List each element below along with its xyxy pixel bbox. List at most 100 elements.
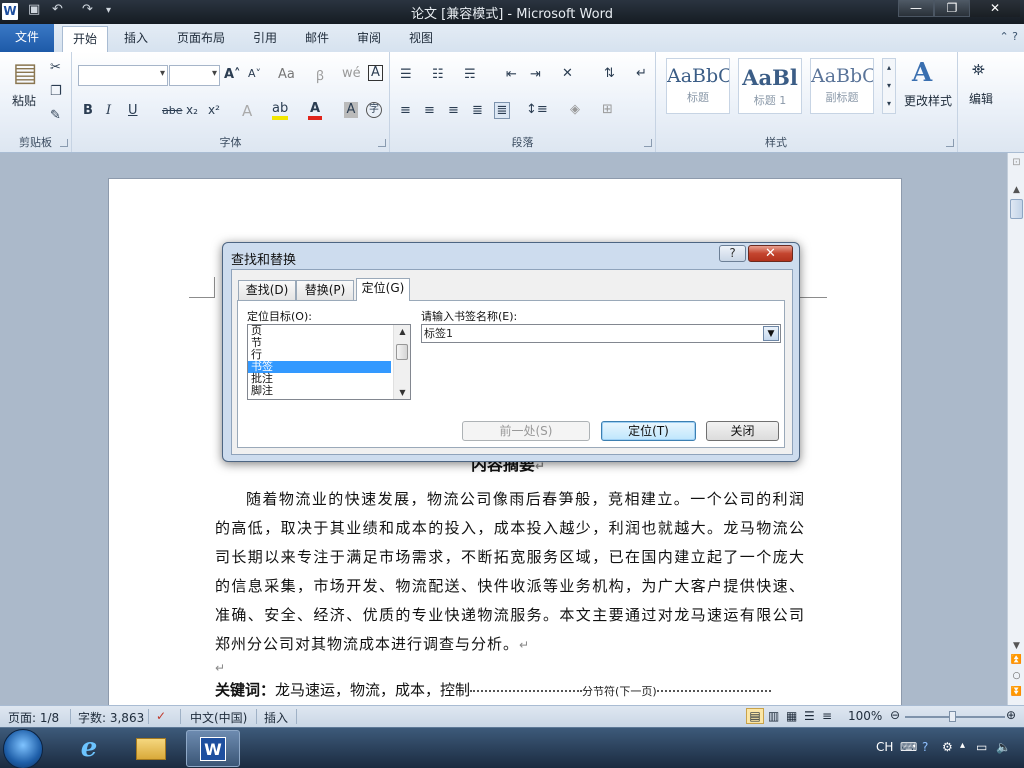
distributed-icon[interactable]: ≣: [494, 102, 510, 119]
borders-icon[interactable]: ⊞: [602, 102, 613, 117]
network-icon[interactable]: ▭: [976, 740, 987, 754]
internet-explorer-icon[interactable]: e: [62, 730, 116, 767]
enclose-char-icon[interactable]: 字: [366, 102, 382, 118]
copy-icon[interactable]: ❐: [50, 84, 62, 99]
list-item[interactable]: 节: [248, 337, 391, 349]
change-styles-button[interactable]: 更改样式: [900, 92, 956, 109]
start-button[interactable]: [3, 729, 43, 768]
tab-find[interactable]: 查找(D): [238, 280, 296, 301]
text-effects-icon[interactable]: A: [242, 102, 252, 120]
tab-replace[interactable]: 替换(P): [296, 280, 354, 301]
bookmark-dropdown-icon[interactable]: ▼: [763, 326, 779, 341]
web-layout-icon[interactable]: ▦: [786, 709, 797, 723]
decrease-indent-icon[interactable]: ⇤: [506, 67, 517, 82]
goto-what-list[interactable]: 页 节 行 书签 批注 脚注 ▲ ▼: [247, 324, 411, 400]
print-layout-view-icon[interactable]: ▤: [746, 708, 764, 724]
highlight-icon[interactable]: ab: [272, 102, 288, 120]
zoom-out-icon[interactable]: ⊖: [890, 708, 900, 722]
strikethrough-button[interactable]: abe: [162, 104, 183, 117]
volume-icon[interactable]: 🔈: [996, 740, 1011, 754]
scroll-down-arrow[interactable]: ▼: [1010, 641, 1023, 651]
italic-button[interactable]: I: [106, 103, 111, 118]
scroll-thumb[interactable]: [1010, 199, 1023, 219]
shrink-font-button[interactable]: A˅: [248, 67, 261, 80]
full-screen-reading-icon[interactable]: ▥: [768, 709, 779, 723]
browse-object-icon[interactable]: ○: [1010, 671, 1023, 681]
dialog-close-button[interactable]: 关闭: [706, 421, 779, 441]
change-case-button[interactable]: Aa: [278, 67, 295, 82]
page-indicator[interactable]: 页面: 1/8: [8, 709, 59, 726]
outline-view-icon[interactable]: ☰: [804, 709, 815, 723]
previous-button[interactable]: 前一处(S): [462, 421, 590, 441]
cut-icon[interactable]: ✂: [50, 60, 61, 75]
goto-button[interactable]: 定位(T): [601, 421, 696, 441]
line-spacing-icon[interactable]: ↕≡: [526, 102, 548, 117]
list-scroll-down-arrow[interactable]: ▼: [394, 388, 410, 397]
list-item[interactable]: 页: [248, 325, 391, 337]
taskbar-word-button[interactable]: W: [186, 730, 240, 767]
dialog-close-x-button[interactable]: ✕: [748, 245, 793, 262]
tab-view[interactable]: 视图: [400, 26, 442, 52]
tab-home[interactable]: 开始: [62, 26, 108, 52]
list-item[interactable]: 脚注: [248, 385, 391, 397]
font-size-combo[interactable]: [169, 65, 220, 86]
justify-icon[interactable]: ≣: [472, 103, 483, 118]
editing-button[interactable]: 编辑: [964, 90, 998, 107]
align-right-icon[interactable]: ≡: [448, 103, 459, 118]
tab-mailings[interactable]: 邮件: [296, 26, 338, 52]
tab-page-layout[interactable]: 页面布局: [168, 26, 234, 52]
font-color-icon[interactable]: A: [308, 102, 322, 120]
styles-launcher-icon[interactable]: [946, 139, 954, 147]
next-page-icon[interactable]: ⏬: [1010, 687, 1023, 697]
styles-scroll-icon[interactable]: ▴ ▾ ▾: [882, 58, 896, 114]
ruler-toggle-icon[interactable]: ⊡: [1010, 157, 1023, 168]
dialog-help-button[interactable]: ?: [719, 245, 746, 262]
style-subtitle[interactable]: AaBbC 副标题: [810, 58, 874, 114]
chinese-layout-icon[interactable]: ✕: [562, 66, 573, 81]
find-binoculars-icon[interactable]: ⛯: [972, 60, 985, 80]
proofing-icon[interactable]: ✓: [156, 709, 166, 723]
bullets-icon[interactable]: ☰: [400, 67, 412, 82]
zoom-in-icon[interactable]: ⊕: [1006, 708, 1016, 722]
font-name-combo[interactable]: [78, 65, 168, 86]
subscript-button[interactable]: x₂: [186, 103, 198, 117]
word-count[interactable]: 字数: 3,863: [78, 709, 144, 726]
format-painter-icon[interactable]: ✎: [50, 108, 61, 123]
ribbon-minimize-icon[interactable]: ⌃ ?: [999, 30, 1018, 43]
underline-button[interactable]: U: [128, 103, 138, 118]
char-shading-icon[interactable]: A: [344, 102, 358, 118]
list-scrollbar[interactable]: ▲ ▼: [393, 325, 410, 399]
show-marks-icon[interactable]: ↵: [636, 66, 647, 81]
font-launcher-icon[interactable]: [378, 139, 386, 147]
align-left-icon[interactable]: ≡: [400, 103, 411, 118]
draft-view-icon[interactable]: ≡: [822, 709, 832, 723]
char-border-icon[interactable]: A: [368, 65, 383, 81]
increase-indent-icon[interactable]: ⇥: [530, 67, 541, 82]
insert-mode-indicator[interactable]: 插入: [264, 709, 288, 726]
tab-references[interactable]: 引用: [244, 26, 286, 52]
numbering-icon[interactable]: ☷: [432, 67, 444, 82]
tray-expand-icon[interactable]: ▴: [960, 740, 965, 751]
help-tray-icon[interactable]: ?: [922, 740, 928, 754]
shading-icon[interactable]: ◈: [570, 102, 580, 117]
list-scroll-thumb[interactable]: [396, 344, 408, 360]
phonetic-guide-icon[interactable]: wé: [342, 66, 361, 81]
language-indicator[interactable]: 中文(中国): [190, 709, 247, 726]
zoom-slider-thumb[interactable]: [949, 711, 956, 722]
file-explorer-icon[interactable]: [124, 730, 178, 767]
minimize-button[interactable]: —: [898, 0, 934, 17]
keyboard-icon[interactable]: ⌨: [900, 740, 917, 754]
vertical-scrollbar[interactable]: ⊡ ▲ ▼ ⏫ ○ ⏬: [1007, 153, 1024, 705]
tab-goto[interactable]: 定位(G): [356, 278, 410, 301]
maximize-button[interactable]: ❐: [934, 0, 970, 17]
close-window-button[interactable]: ✕: [970, 0, 1020, 17]
style-heading1[interactable]: AaBl 标题 1: [738, 58, 802, 114]
bold-button[interactable]: B: [83, 103, 93, 118]
ime-indicator[interactable]: CH: [876, 740, 893, 754]
change-styles-icon[interactable]: A: [912, 58, 932, 88]
grow-font-button[interactable]: A˄: [224, 67, 241, 82]
zoom-level[interactable]: 100%: [848, 709, 882, 723]
paste-button[interactable]: 粘贴: [6, 92, 42, 109]
list-scroll-up-arrow[interactable]: ▲: [394, 327, 410, 336]
scroll-up-arrow[interactable]: ▲: [1010, 185, 1023, 195]
